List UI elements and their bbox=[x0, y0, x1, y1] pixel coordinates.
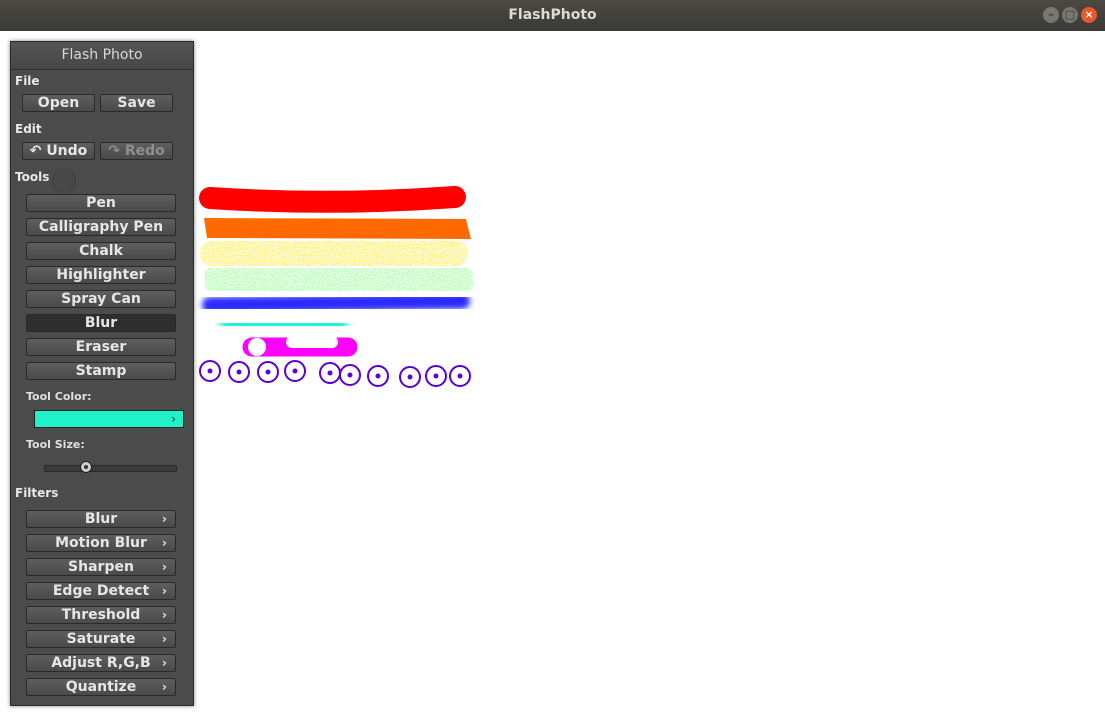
tool-highlighter-button[interactable]: Highlighter bbox=[26, 266, 176, 284]
stamp-marks bbox=[199, 360, 471, 388]
tool-color-picker[interactable]: › bbox=[34, 410, 184, 428]
tools-section-label: Tools bbox=[15, 170, 50, 184]
tool-blur-button[interactable]: Blur bbox=[26, 314, 176, 332]
control-panel: Flash Photo File Open Save Edit ↶ Undo ↷… bbox=[10, 41, 194, 706]
filter-label: Threshold bbox=[61, 607, 141, 623]
slider-handle[interactable] bbox=[80, 461, 92, 473]
filter-label: Saturate bbox=[66, 631, 136, 647]
filter-label: Edge Detect bbox=[52, 583, 150, 599]
filter-label: Quantize bbox=[65, 679, 137, 695]
filter-threshold-button[interactable]: Threshold › bbox=[26, 606, 176, 624]
orange-stroke bbox=[204, 218, 471, 239]
filter-label: Blur bbox=[84, 511, 118, 527]
tool-pen-button[interactable]: Pen bbox=[26, 194, 176, 212]
filter-edge-detect-button[interactable]: Edge Detect › bbox=[26, 582, 176, 600]
redo-arrow-icon: ↷ bbox=[108, 143, 120, 159]
redo-label: Redo bbox=[124, 143, 165, 159]
undo-label: Undo bbox=[46, 143, 88, 159]
chevron-right-icon: › bbox=[162, 632, 167, 646]
undo-button[interactable]: ↶ Undo bbox=[22, 142, 95, 160]
file-section-label: File bbox=[15, 74, 40, 88]
filter-saturate-button[interactable]: Saturate › bbox=[26, 630, 176, 648]
filter-blur-button[interactable]: Blur › bbox=[26, 510, 176, 528]
chevron-right-icon: › bbox=[171, 412, 176, 426]
filter-label: Motion Blur bbox=[55, 535, 147, 551]
chevron-right-icon: › bbox=[162, 584, 167, 598]
tool-preview-indicator bbox=[52, 169, 76, 193]
chevron-right-icon: › bbox=[162, 512, 167, 526]
panel-title: Flash Photo bbox=[11, 42, 193, 70]
save-button[interactable]: Save bbox=[100, 94, 173, 112]
tool-eraser-button[interactable]: Eraser bbox=[26, 338, 176, 356]
filter-sharpen-button[interactable]: Sharpen › bbox=[26, 558, 176, 576]
green-stroke bbox=[205, 268, 473, 291]
tool-color-label: Tool Color: bbox=[26, 390, 92, 403]
chevron-right-icon: › bbox=[162, 536, 167, 550]
filter-label: Adjust R,G,B bbox=[51, 655, 151, 671]
filter-quantize-button[interactable]: Quantize › bbox=[26, 678, 176, 696]
cyan-stroke bbox=[219, 315, 349, 334]
tool-spray-can-button[interactable]: Spray Can bbox=[26, 290, 176, 308]
filter-adjust-rgb-button[interactable]: Adjust R,G,B › bbox=[26, 654, 176, 672]
undo-arrow-icon: ↶ bbox=[29, 143, 42, 159]
open-button[interactable]: Open bbox=[22, 94, 95, 112]
tool-chalk-button[interactable]: Chalk bbox=[26, 242, 176, 260]
filters-section-label: Filters bbox=[15, 486, 59, 500]
redo-button[interactable]: ↷ Redo bbox=[100, 142, 173, 160]
red-stroke bbox=[199, 186, 466, 213]
chevron-right-icon: › bbox=[162, 656, 167, 670]
tool-stamp-button[interactable]: Stamp bbox=[26, 362, 176, 380]
chevron-right-icon: › bbox=[162, 680, 167, 694]
filter-motion-blur-button[interactable]: Motion Blur › bbox=[26, 534, 176, 552]
chevron-right-icon: › bbox=[162, 608, 167, 622]
edit-section-label: Edit bbox=[15, 122, 42, 136]
yellow-stroke bbox=[200, 241, 468, 266]
filter-label: Sharpen bbox=[68, 559, 134, 575]
blue-stroke bbox=[202, 293, 470, 313]
tool-size-slider[interactable] bbox=[44, 461, 177, 473]
chevron-right-icon: › bbox=[162, 560, 167, 574]
tool-calligraphy-pen-button[interactable]: Calligraphy Pen bbox=[26, 218, 176, 236]
tool-size-label: Tool Size: bbox=[26, 438, 85, 451]
